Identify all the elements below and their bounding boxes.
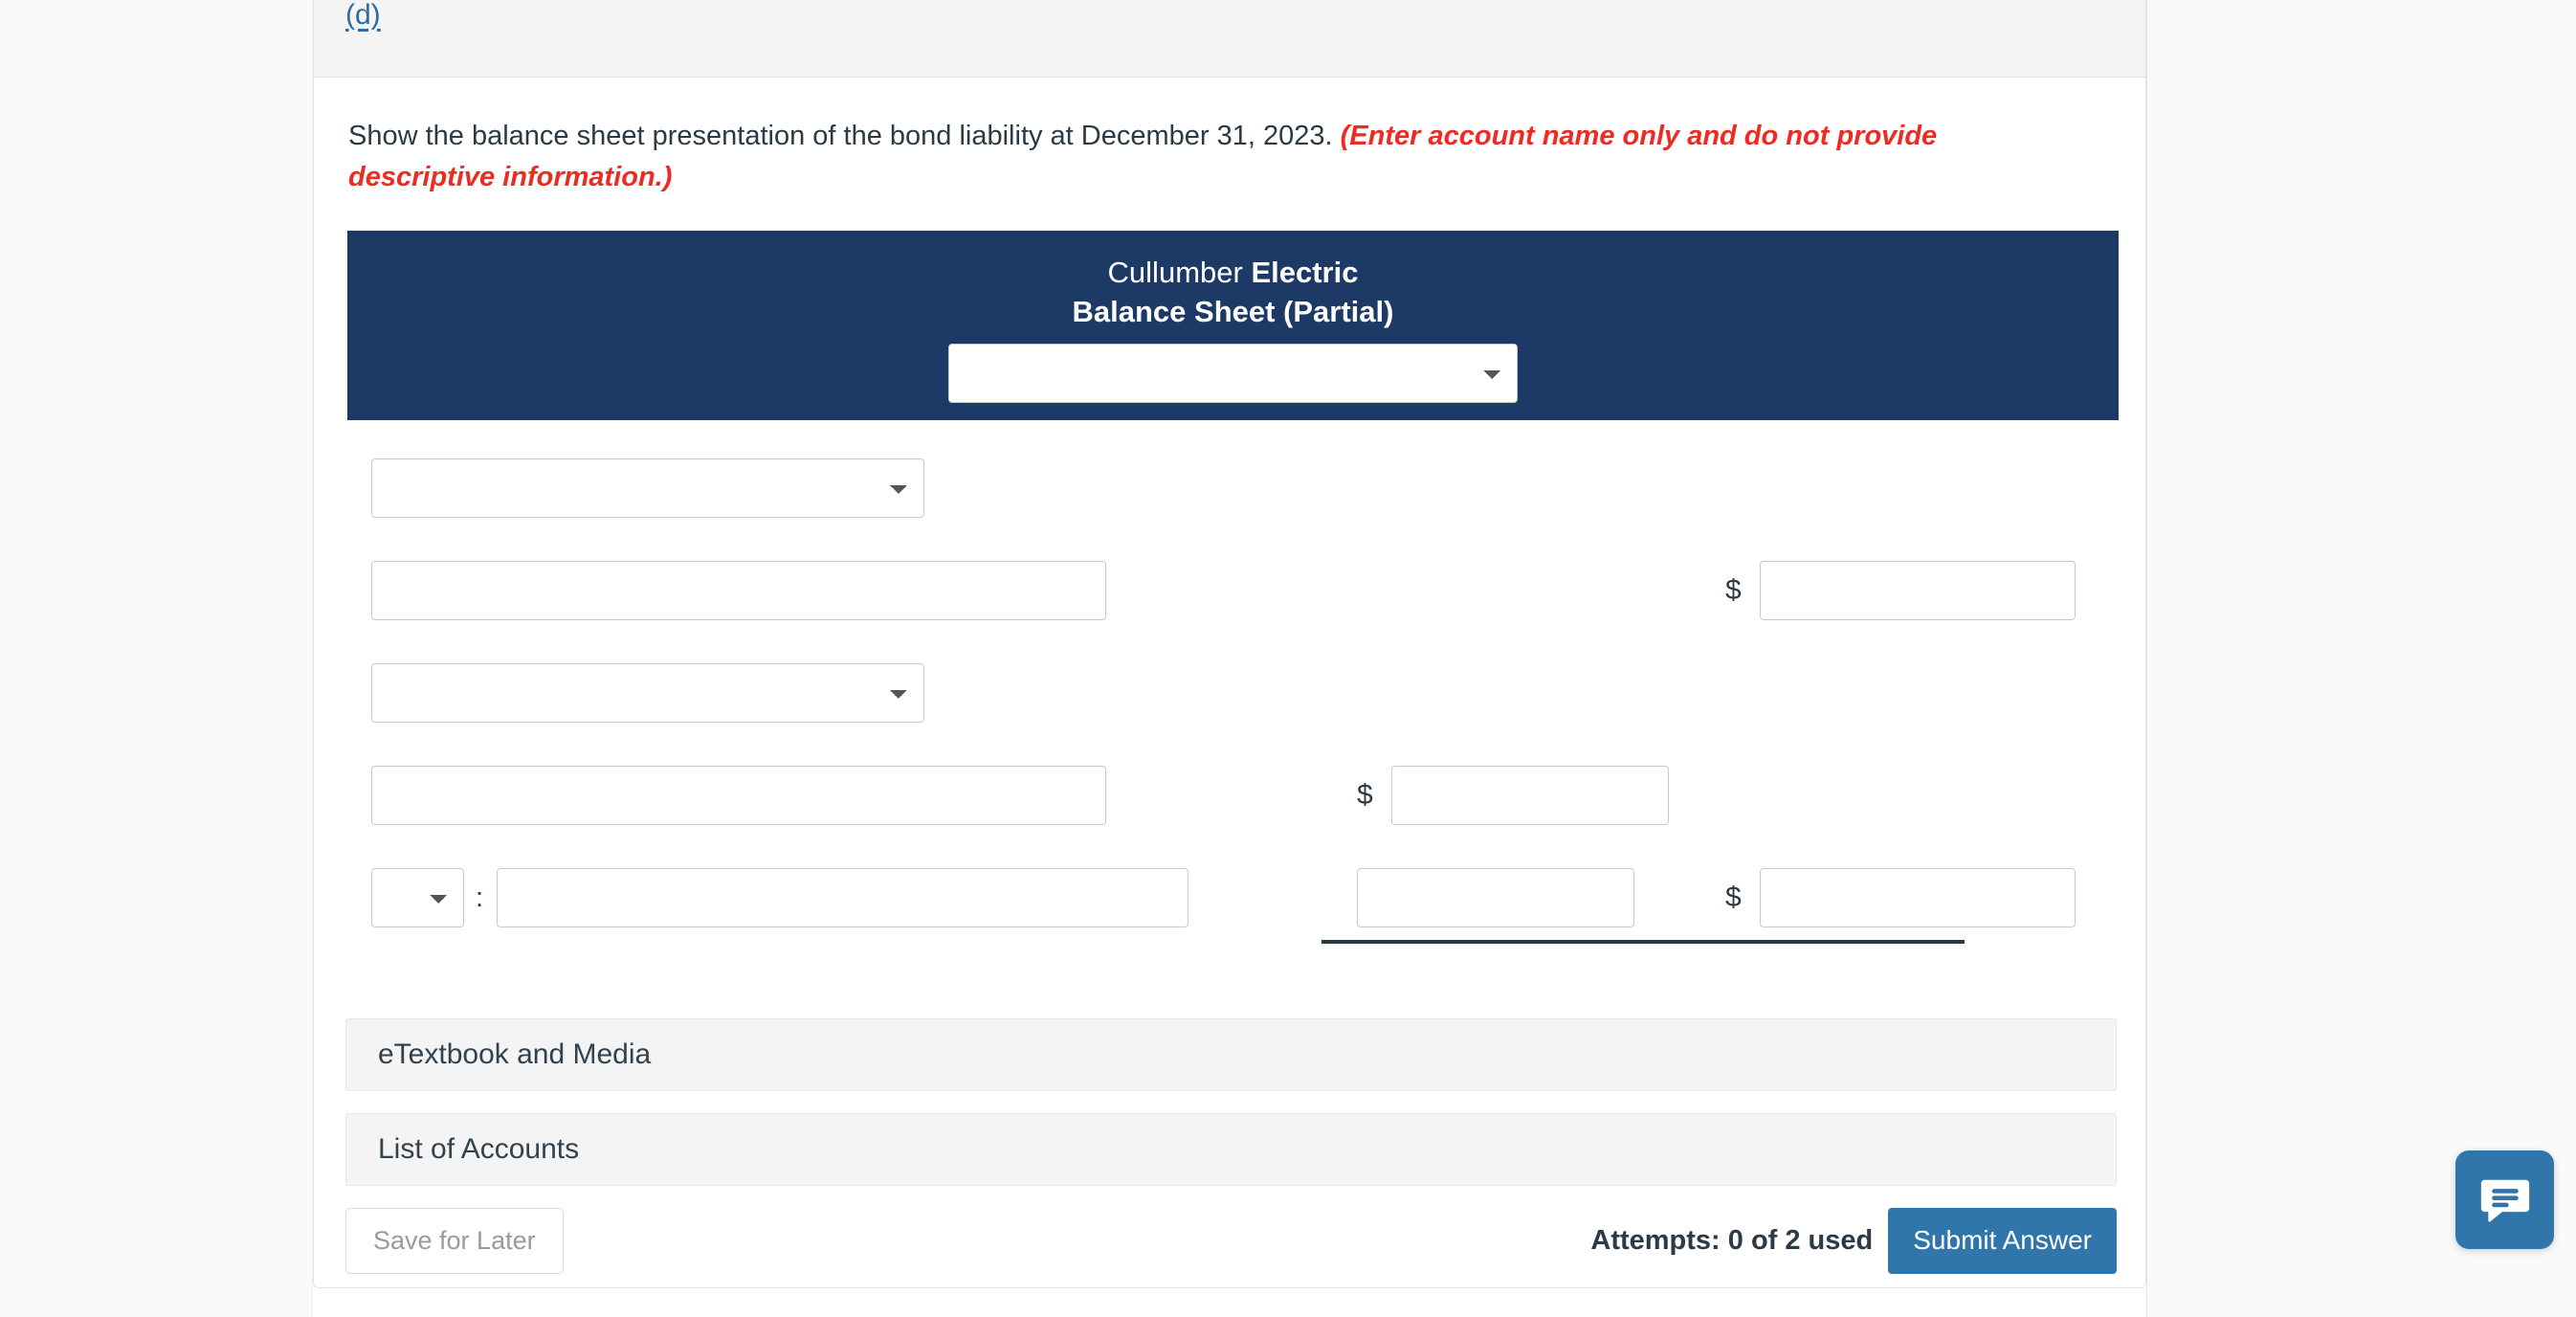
adjustment-select[interactable] — [371, 868, 464, 928]
etextbook-and-media-bar[interactable]: eTextbook and Media — [345, 1017, 2117, 1091]
amount-input-3[interactable] — [1357, 868, 1634, 928]
chat-support-button[interactable] — [2455, 1150, 2554, 1249]
row4-label-cell — [347, 766, 1357, 826]
statement-subtitle: Balance Sheet (Partial) — [1072, 294, 1394, 328]
row5-mid-cell — [1321, 868, 1965, 945]
row3-label-cell — [347, 663, 1357, 724]
save-for-later-button[interactable]: Save for Later — [345, 1207, 564, 1274]
row2-label-cell — [347, 561, 1357, 621]
submit-answer-button[interactable]: Submit Answer — [1888, 1207, 2117, 1274]
list-of-accounts-label: List of Accounts — [378, 1132, 580, 1165]
chat-icon — [2480, 1179, 2529, 1222]
row1-label-cell — [347, 458, 1357, 519]
section-select-2[interactable] — [371, 663, 924, 724]
card-header: (d) — [314, 0, 2145, 78]
statement-date-select[interactable] — [948, 343, 1518, 403]
table-row: $ — [347, 745, 2119, 847]
company-name-bold: Electric — [1251, 255, 1359, 289]
table-row — [347, 437, 2119, 540]
card-footer: Save for Later Attempts: 0 of 2 used Sub… — [345, 1207, 2117, 1274]
adjustment-description-input[interactable] — [497, 868, 1189, 928]
prompt-main-text: Show the balance sheet presentation of t… — [348, 121, 1341, 151]
company-name: Cullumber Electric — [347, 254, 2119, 293]
account-name-input-1[interactable] — [371, 561, 1106, 621]
dollar-sign: $ — [1725, 574, 1742, 607]
table-row: $ — [347, 540, 2119, 642]
amount-input-4[interactable] — [1759, 868, 2076, 928]
account-name-input-2[interactable] — [371, 766, 1106, 826]
row4-mid-cell: $ — [1357, 766, 1725, 826]
section-select-1[interactable] — [371, 458, 924, 519]
attempts-counter: Attempts: 0 of 2 used — [1590, 1224, 1874, 1256]
table-row — [347, 642, 2119, 745]
dollar-sign: $ — [1725, 882, 1742, 914]
statement-title-block: Cullumber Electric Balance Sheet (Partia… — [347, 230, 2119, 420]
list-of-accounts-bar[interactable]: List of Accounts — [345, 1112, 2117, 1186]
row2-right-cell: $ — [1725, 561, 2119, 621]
accordion-group: eTextbook and Media List of Accounts — [345, 1017, 2117, 1186]
company-name-normal: Cullumber — [1107, 255, 1252, 289]
table-row: : $ — [347, 847, 2119, 949]
row5-label-cell: : — [347, 868, 1357, 928]
page-gutter-right — [2146, 0, 2576, 1317]
etextbook-and-media-label: eTextbook and Media — [378, 1038, 652, 1070]
row5-right-cell: $ — [1725, 868, 2119, 928]
colon-separator: : — [476, 882, 484, 913]
card-body: Show the balance sheet presentation of t… — [314, 78, 2145, 1274]
question-prompt: Show the balance sheet presentation of t… — [348, 116, 2004, 198]
title-select-wrap — [347, 343, 2119, 403]
page-gutter-left — [0, 0, 313, 1317]
amount-input-1[interactable] — [1759, 561, 2076, 621]
dollar-sign: $ — [1357, 779, 1373, 812]
balance-sheet-table: Cullumber Electric Balance Sheet (Partia… — [347, 230, 2119, 949]
statement-rows: $ $: $ — [347, 420, 2119, 949]
part-d-link[interactable]: (d) — [345, 0, 381, 32]
page-root: (d) Show the balance sheet presentation … — [0, 0, 2576, 1317]
question-card: (d) Show the balance sheet presentation … — [313, 0, 2146, 1288]
amount-input-2[interactable] — [1390, 766, 1669, 826]
